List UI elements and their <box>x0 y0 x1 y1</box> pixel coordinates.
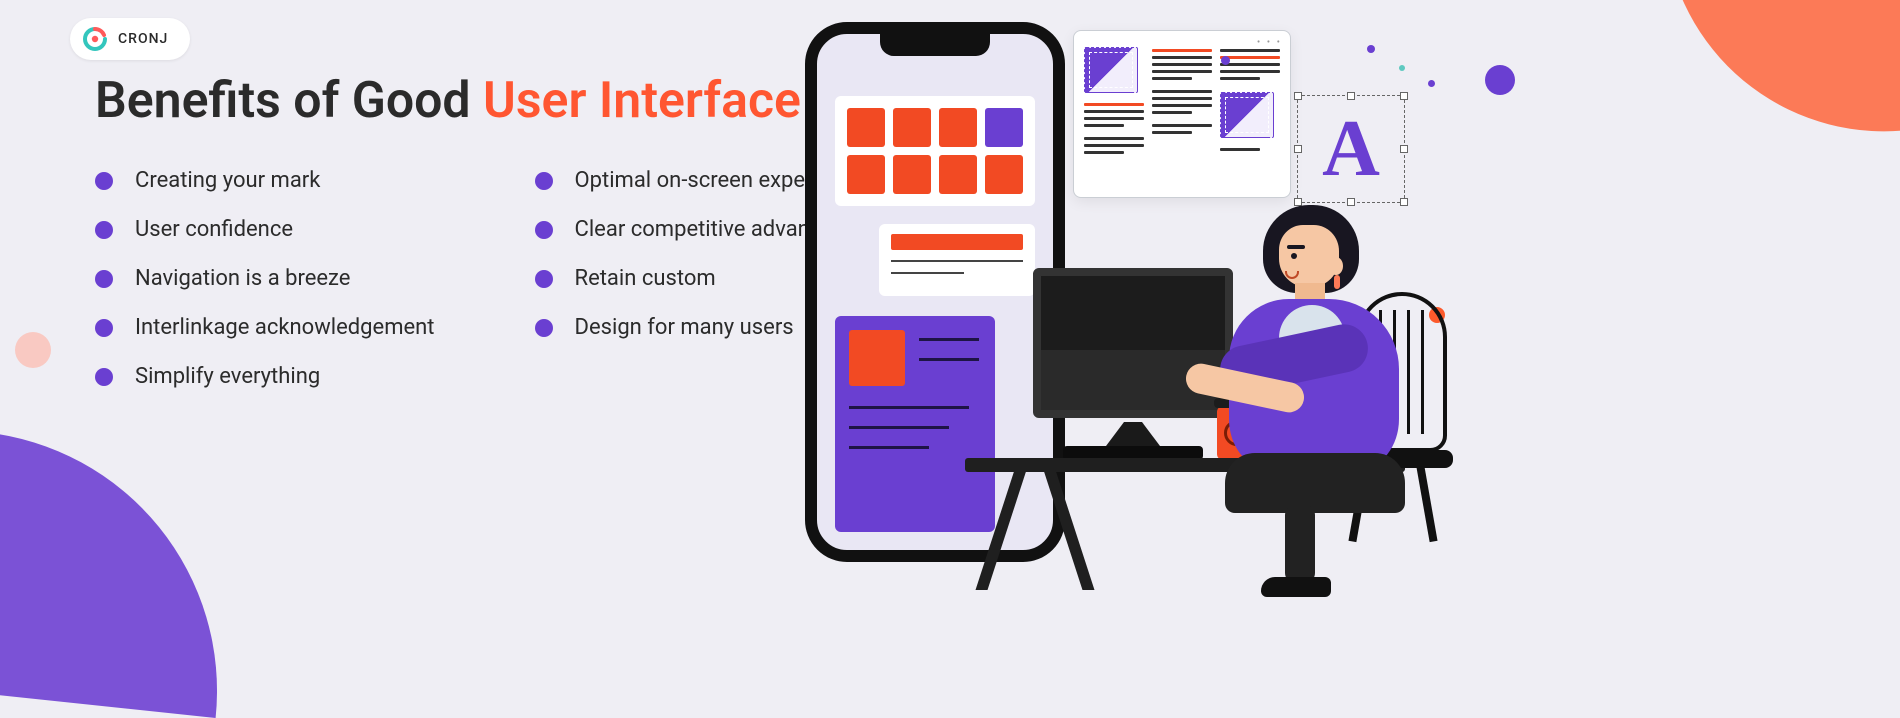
placeholder-image-icon <box>1084 47 1138 93</box>
bullet-icon <box>95 172 113 190</box>
benefit-label: Navigation is a breeze <box>135 266 350 291</box>
benefits-list: Creating your mark User confidence Navig… <box>95 168 865 389</box>
benefit-label: User confidence <box>135 217 293 242</box>
bullet-icon <box>535 319 553 337</box>
bullet-icon <box>95 221 113 239</box>
placeholder-image-icon <box>1220 92 1274 138</box>
person-illustration <box>1225 205 1445 585</box>
bullet-icon <box>535 172 553 190</box>
decor-blob-bottom-left <box>0 428 243 718</box>
wireframe-window: • • • <box>1073 30 1291 198</box>
glyph-selection-box: A <box>1297 95 1405 203</box>
benefit-item: Creating your mark <box>95 168 435 193</box>
brand-mark-icon <box>82 26 108 52</box>
decor-dot <box>1221 56 1230 65</box>
benefit-label: Creating your mark <box>135 168 320 193</box>
phone-mockup <box>805 22 1065 562</box>
page-title: Benefits of Good User Interface <box>95 72 801 130</box>
decor-circle-pink <box>15 332 51 368</box>
window-controls-icon: • • • <box>1257 37 1282 48</box>
phone-card-purple <box>835 316 995 532</box>
benefit-item: User confidence <box>95 217 435 242</box>
bullet-icon <box>535 270 553 288</box>
page-title-prefix: Benefits of Good <box>95 72 483 130</box>
bullet-icon <box>95 270 113 288</box>
phone-card-text <box>879 224 1035 296</box>
benefit-label: Interlinkage acknowledgement <box>135 315 435 340</box>
bullet-icon <box>535 221 553 239</box>
bullet-icon <box>95 319 113 337</box>
benefit-label: Simplify everything <box>135 364 320 389</box>
benefits-column-1: Creating your mark User confidence Navig… <box>95 168 435 389</box>
phone-notch <box>880 34 990 56</box>
page-title-accent: User Interface <box>483 72 801 130</box>
hero-illustration: • • • A <box>805 20 1885 590</box>
brand-logo: CRONJ <box>70 18 190 60</box>
bullet-icon <box>95 368 113 386</box>
benefit-label: Design for many users <box>575 315 794 340</box>
phone-card-tiles <box>835 96 1035 206</box>
benefit-item: Navigation is a breeze <box>95 266 435 291</box>
benefit-label: Retain custom <box>575 266 716 291</box>
brand-name: CRONJ <box>118 31 168 47</box>
benefit-item: Interlinkage acknowledgement <box>95 315 435 340</box>
benefit-item: Simplify everything <box>95 364 435 389</box>
glyph-letter: A <box>1298 96 1404 202</box>
monitor-icon <box>1033 268 1233 418</box>
